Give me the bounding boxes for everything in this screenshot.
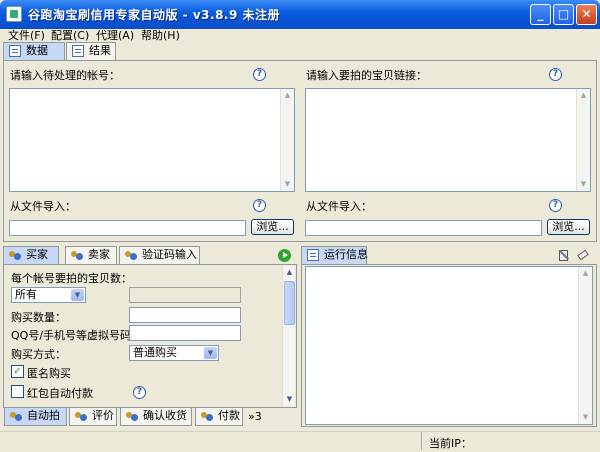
- anonymous-checkbox[interactable]: ✓: [11, 365, 24, 378]
- people-icon: [9, 249, 21, 261]
- status-divider: [421, 432, 422, 450]
- qq-label: QQ号/手机号等虚拟号码：: [11, 329, 143, 342]
- people-icon: [201, 410, 213, 422]
- tab-confirm-receipt[interactable]: 确认收货: [120, 408, 192, 426]
- scroll-thumb[interactable]: [284, 281, 295, 325]
- tab-review-label: 评价: [92, 409, 114, 422]
- red-packet-checkbox[interactable]: [11, 385, 24, 398]
- scroll-up-icon[interactable]: ▲: [577, 89, 590, 102]
- app-icon: [6, 6, 22, 22]
- browse-button-left[interactable]: 浏览...: [251, 219, 294, 235]
- run-icon[interactable]: [278, 249, 291, 262]
- eraser-icon[interactable]: [576, 249, 589, 262]
- tab-auto-buy[interactable]: 自动拍: [4, 408, 67, 426]
- tab-seller[interactable]: 卖家: [65, 246, 117, 264]
- tab-auto-buy-label: 自动拍: [27, 409, 60, 422]
- scrollbar[interactable]: ▲ ▼: [578, 267, 592, 424]
- people-icon: [125, 249, 137, 261]
- scroll-up-icon[interactable]: ▲: [283, 266, 296, 279]
- quantity-label: 购买数量：: [11, 311, 66, 324]
- items-count-input: [129, 287, 241, 303]
- menu-file[interactable]: 文件(F): [8, 29, 45, 43]
- run-info-title: 运行信息: [324, 248, 368, 261]
- scroll-down-icon[interactable]: ▼: [283, 393, 296, 406]
- tab-run-info[interactable]: 运行信息: [301, 246, 368, 264]
- import-path-input-left[interactable]: [9, 220, 246, 236]
- people-icon: [75, 410, 87, 422]
- help-icon[interactable]: ?: [549, 68, 562, 81]
- browse-button-right[interactable]: 浏览...: [547, 219, 590, 235]
- help-icon[interactable]: ?: [133, 386, 146, 399]
- menu-config[interactable]: 配置(C): [51, 29, 89, 43]
- form-scrollbar[interactable]: ▲ ▼: [282, 266, 295, 406]
- clear-icon[interactable]: [557, 249, 570, 262]
- quantity-input[interactable]: [129, 307, 241, 323]
- tab-results[interactable]: 结果: [66, 42, 116, 60]
- maximize-button[interactable]: □: [553, 4, 574, 25]
- purchase-method-select[interactable]: 普通购买 ▼: [129, 345, 219, 361]
- tab-data-label: 数据: [26, 44, 48, 57]
- red-packet-label: 红包自动付款: [27, 387, 93, 400]
- tab-buyer-label: 买家: [26, 248, 48, 261]
- people-icon: [71, 249, 83, 261]
- scroll-down-icon[interactable]: ▼: [579, 411, 592, 424]
- scroll-down-icon[interactable]: ▼: [281, 178, 294, 191]
- tab-payment[interactable]: 付款: [195, 408, 243, 426]
- import-label-left: 从文件导入：: [10, 200, 76, 213]
- tab-data[interactable]: 数据: [3, 42, 65, 60]
- tab-review[interactable]: 评价: [69, 408, 117, 426]
- items-per-account-select[interactable]: 所有 ▼: [11, 287, 86, 303]
- status-bar: [0, 431, 600, 452]
- window-title: 谷跑淘宝刷信用专家自动版 - v3.8.9 未注册: [28, 8, 281, 22]
- more-tabs-chevron[interactable]: »3: [248, 410, 262, 423]
- tab-payment-label: 付款: [218, 409, 240, 422]
- tab-captcha-label: 验证码输入: [142, 248, 197, 261]
- menu-bar: [0, 29, 600, 43]
- tab-results-label: 结果: [89, 44, 111, 57]
- purchase-method-label: 购买方式：: [11, 348, 66, 361]
- menu-help[interactable]: 帮助(H): [141, 29, 180, 43]
- run-info-log[interactable]: ▲ ▼: [305, 266, 593, 425]
- tab-seller-label: 卖家: [88, 248, 110, 261]
- tab-confirm-receipt-label: 确认收货: [143, 409, 187, 422]
- chevron-down-icon: ▼: [71, 289, 84, 301]
- accounts-label: 请输入待处理的帐号：: [10, 69, 120, 82]
- close-button[interactable]: ✕: [576, 4, 597, 25]
- links-textarea[interactable]: ▲ ▼: [305, 88, 591, 192]
- scroll-down-icon[interactable]: ▼: [577, 178, 590, 191]
- current-ip-label: 当前IP：: [429, 437, 472, 450]
- help-icon[interactable]: ?: [253, 68, 266, 81]
- accounts-textarea[interactable]: ▲ ▼: [9, 88, 295, 192]
- scroll-up-icon[interactable]: ▲: [281, 89, 294, 102]
- minimize-button[interactable]: _: [530, 4, 551, 25]
- scrollbar[interactable]: ▲ ▼: [280, 89, 294, 191]
- people-icon: [10, 410, 22, 422]
- links-label: 请输入要拍的宝贝链接：: [306, 69, 427, 82]
- anonymous-label: 匿名购买: [27, 367, 71, 380]
- help-icon[interactable]: ?: [549, 199, 562, 212]
- import-path-input-right[interactable]: [305, 220, 542, 236]
- items-per-account-label: 每个帐号要拍的宝贝数：: [11, 272, 132, 285]
- document-icon: [9, 45, 21, 57]
- help-icon[interactable]: ?: [253, 199, 266, 212]
- tab-captcha[interactable]: 验证码输入: [119, 246, 200, 264]
- document-icon: [307, 249, 319, 261]
- scrollbar[interactable]: ▲ ▼: [576, 89, 590, 191]
- scroll-up-icon[interactable]: ▲: [579, 267, 592, 280]
- document-icon: [72, 45, 84, 57]
- qq-input[interactable]: [129, 325, 241, 341]
- tab-buyer[interactable]: 买家: [3, 246, 59, 264]
- import-label-right: 从文件导入：: [306, 200, 372, 213]
- menu-proxy[interactable]: 代理(A): [96, 29, 134, 43]
- items-per-account-value: 所有: [15, 288, 37, 301]
- chevron-down-icon: ▼: [204, 347, 217, 359]
- purchase-method-value: 普通购买: [133, 346, 177, 359]
- people-icon: [126, 410, 138, 422]
